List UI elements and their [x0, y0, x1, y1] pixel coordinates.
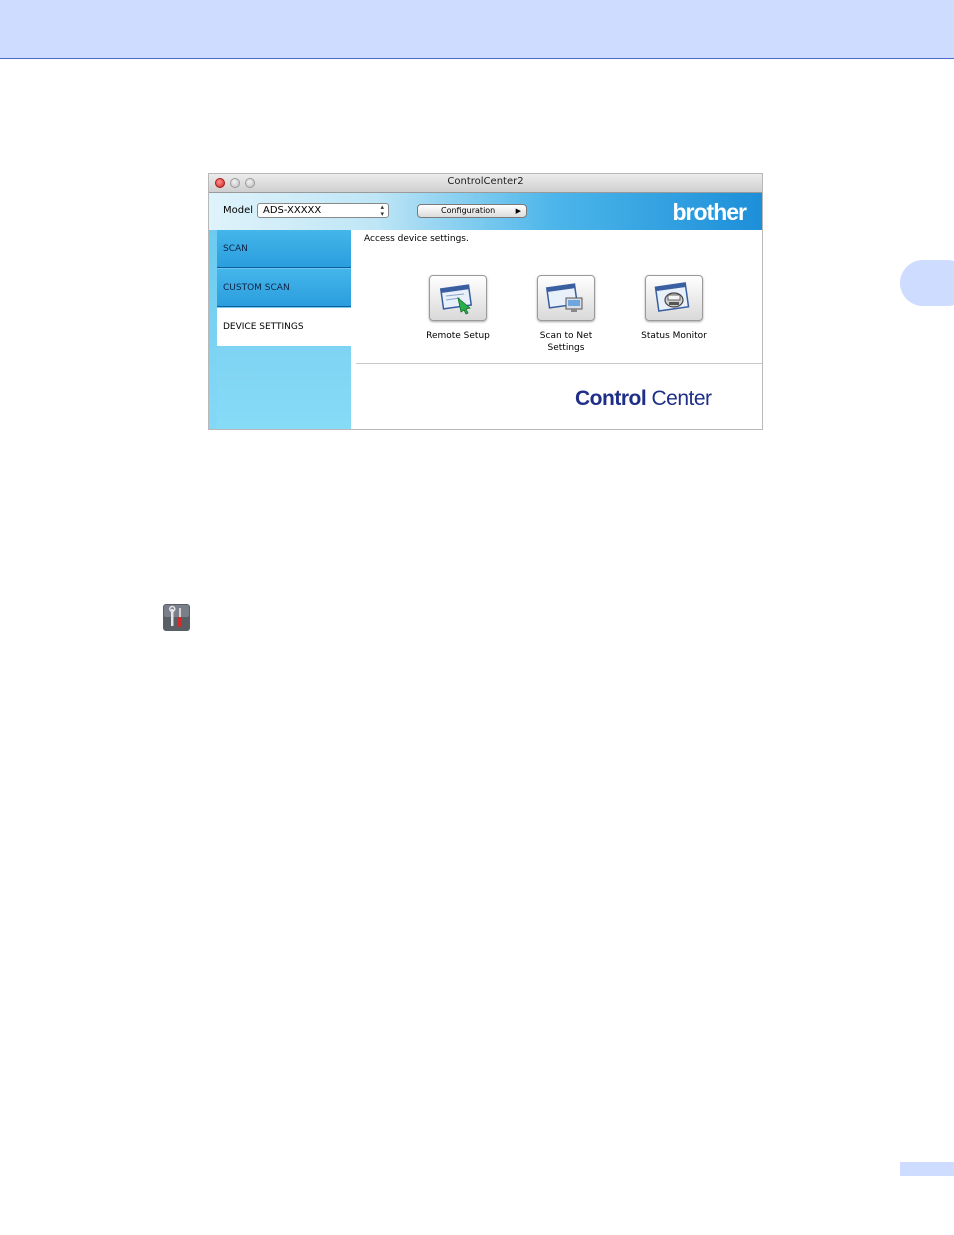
- brother-logo: brother: [672, 199, 747, 225]
- status-monitor-label: Status Monitor: [641, 331, 707, 341]
- sidebar-item-scan[interactable]: SCAN: [217, 230, 351, 268]
- tools-icon: [163, 604, 190, 631]
- sidebar-strip: [209, 230, 217, 429]
- logo-bold-part: Control: [575, 387, 647, 410]
- chevron-right-icon: ▶: [515, 207, 521, 215]
- configuration-label: Configuration: [441, 206, 496, 215]
- scan-to-net-button[interactable]: [537, 275, 595, 321]
- page-number-tab: [900, 1162, 954, 1176]
- model-select[interactable]: ADS-XXXXX ▴ ▾: [257, 203, 389, 218]
- sidebar: SCAN CUSTOM SCAN DEVICE SETTINGS: [209, 230, 351, 429]
- model-toolbar: Model ADS-XXXXX ▴ ▾ Configuration ▶ broth…: [209, 193, 762, 230]
- scan-to-net-feature: Scan to Net Settings: [511, 275, 621, 354]
- controlcenter-window: ControlCenter2 Model ADS-XXXXX ▴ ▾ Config…: [209, 174, 762, 429]
- window-titlebar: ControlCenter2: [209, 174, 762, 193]
- logo-light-part: Center: [646, 387, 712, 410]
- scan-to-net-label: Scan to Net Settings: [539, 331, 593, 353]
- status-monitor-icon: [654, 282, 690, 312]
- select-arrows-icon: ▴ ▾: [380, 203, 384, 218]
- configuration-button[interactable]: Configuration ▶: [417, 204, 527, 218]
- divider: [356, 363, 762, 364]
- window-title: ControlCenter2: [447, 176, 524, 187]
- page-header-band: [0, 0, 954, 59]
- controlcenter-logo: Control Center: [575, 387, 712, 411]
- status-monitor-feature: Status Monitor: [619, 275, 729, 342]
- instruction-text: Access device settings.: [364, 234, 469, 244]
- remote-setup-feature: Remote Setup: [403, 275, 513, 342]
- remote-setup-label: Remote Setup: [426, 331, 490, 341]
- content-panel: Access device settings. Remote Setup Sca…: [351, 230, 762, 429]
- sidebar-item-device-settings[interactable]: DEVICE SETTINGS: [217, 308, 351, 346]
- model-label: Model: [223, 205, 254, 216]
- status-monitor-button[interactable]: [645, 275, 703, 321]
- model-select-value: ADS-XXXXX: [263, 205, 322, 216]
- remote-setup-icon: [439, 284, 473, 315]
- sidebar-item-custom-scan[interactable]: CUSTOM SCAN: [217, 269, 351, 307]
- remote-setup-button[interactable]: [429, 275, 487, 321]
- scan-to-net-icon: [545, 283, 583, 312]
- chapter-tab: [900, 260, 954, 306]
